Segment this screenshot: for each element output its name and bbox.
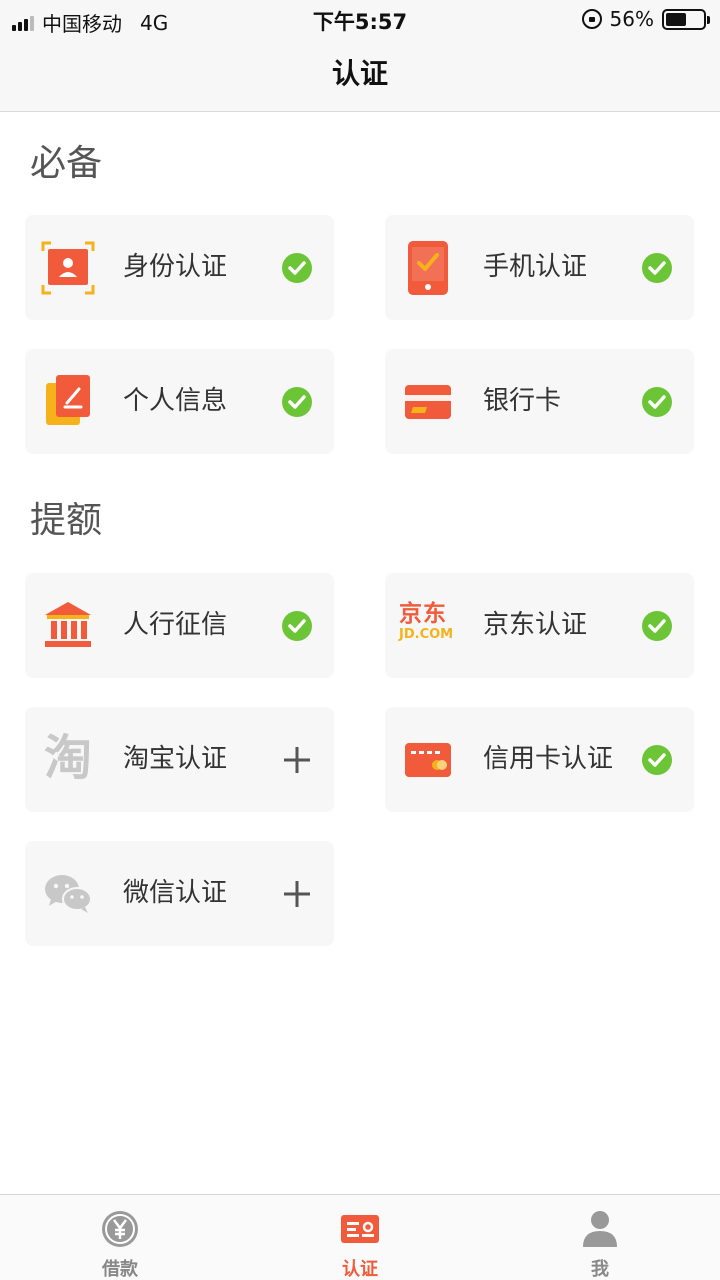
card-phone-verification[interactable]: 手机认证 (385, 215, 694, 320)
verified-check-icon (642, 611, 672, 641)
card-credit-card-verification[interactable]: 信用卡认证 (385, 707, 694, 812)
tab-label: 我 (591, 1259, 609, 1280)
section-title-required: 必备 (30, 143, 103, 184)
card-personal-info[interactable]: 个人信息 (25, 349, 334, 454)
card-taobao-verification[interactable]: 淘 淘宝认证 (25, 707, 334, 812)
verified-check-icon (282, 253, 312, 283)
certificate-icon (340, 1209, 380, 1249)
tab-label: 认证 (342, 1259, 378, 1280)
verified-check-icon (642, 745, 672, 775)
rotation-lock-icon (581, 9, 602, 29)
page-title: 认证 (331, 57, 388, 90)
jd-logo-text-bottom: JD.COM (399, 627, 454, 642)
bank-building-icon (41, 599, 95, 653)
verified-check-icon (282, 611, 312, 641)
status-right: 56% (581, 7, 710, 31)
taobao-logo-text: 淘 (43, 730, 92, 786)
tab-verification[interactable]: 认证 (240, 1195, 480, 1280)
tab-label: 借款 (102, 1259, 138, 1280)
card-pboc-credit[interactable]: 人行征信 (25, 573, 334, 678)
tab-loan[interactable]: 借款 (0, 1195, 240, 1280)
verified-check-icon (642, 253, 672, 283)
card-wechat-verification[interactable]: 微信认证 (25, 841, 334, 946)
verified-check-icon (642, 387, 672, 417)
card-label: 京东认证 (483, 610, 588, 640)
id-card-icon (41, 241, 95, 295)
tab-bar: 借款 认证 我 (0, 1194, 720, 1280)
card-label: 手机认证 (483, 252, 588, 282)
wechat-icon (41, 867, 95, 921)
status-bar: 中国移动 4G 下午5:57 56% (0, 0, 720, 38)
card-label: 个人信息 (123, 386, 228, 416)
card-jd-verification[interactable]: 京东 JD.COM 京东认证 (385, 573, 694, 678)
taobao-logo-icon: 淘 (39, 729, 97, 787)
add-plus-icon[interactable] (282, 745, 312, 775)
card-label: 信用卡认证 (483, 744, 614, 774)
add-plus-icon[interactable] (282, 879, 312, 909)
yen-coin-icon (100, 1209, 140, 1249)
jd-logo-icon: 京东 JD.COM (399, 601, 459, 655)
verified-check-icon (282, 387, 312, 417)
bank-card-icon (401, 375, 455, 429)
nav-bar: 认证 (0, 38, 720, 112)
card-label: 淘宝认证 (123, 744, 228, 774)
card-bank-card[interactable]: 银行卡 (385, 349, 694, 454)
card-id-verification[interactable]: 身份认证 (25, 215, 334, 320)
card-label: 身份认证 (123, 252, 228, 282)
battery-percent: 56% (609, 7, 654, 31)
jd-logo-text-top: 京东 (399, 601, 447, 627)
card-label: 微信认证 (123, 878, 228, 908)
battery-fill (666, 12, 687, 26)
credit-card-icon (401, 733, 455, 787)
personal-info-icon (41, 375, 95, 429)
battery-icon (662, 8, 710, 30)
card-label: 银行卡 (483, 386, 562, 416)
card-label: 人行征信 (123, 610, 228, 640)
user-icon (580, 1209, 620, 1249)
section-title-increase-limit: 提额 (30, 500, 103, 541)
phone-check-icon (401, 241, 455, 295)
tab-me[interactable]: 我 (480, 1195, 720, 1280)
